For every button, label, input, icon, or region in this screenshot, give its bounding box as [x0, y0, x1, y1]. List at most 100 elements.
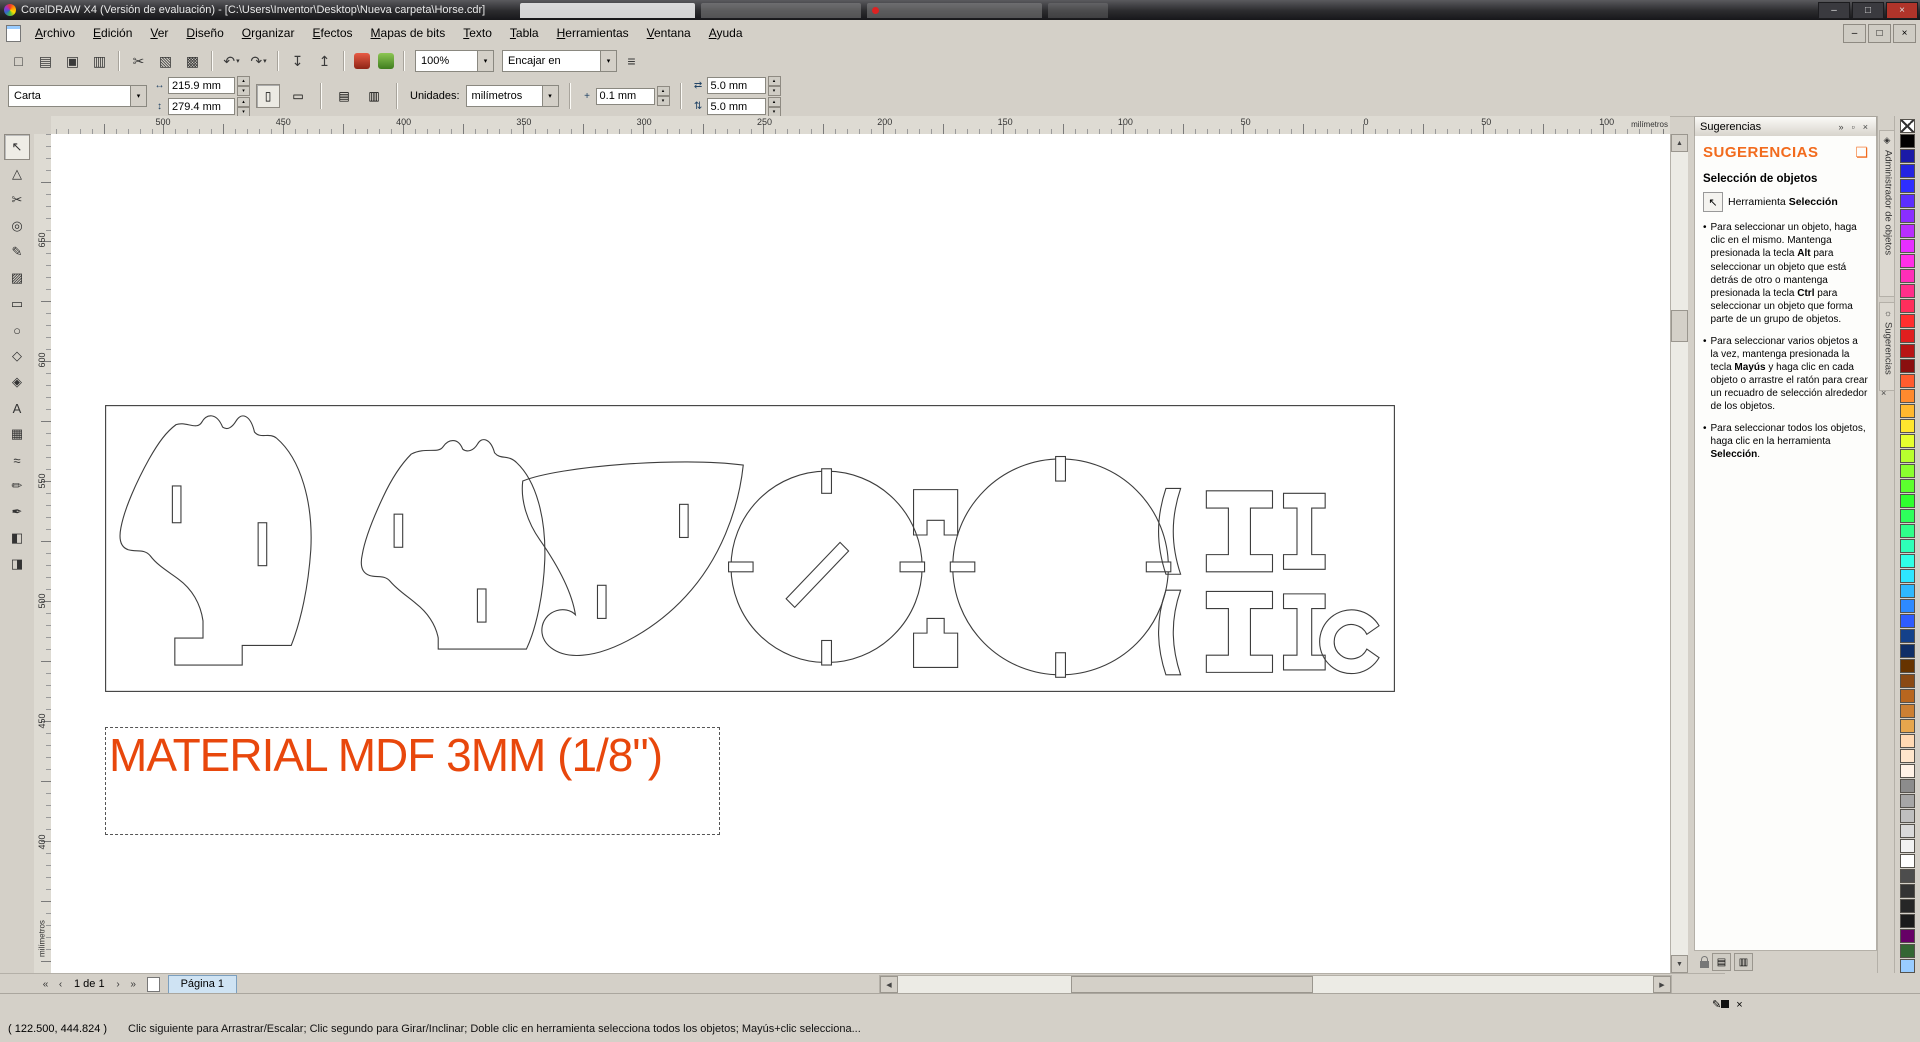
horizontal-scrollbar[interactable]: ◀ ▶ [879, 975, 1672, 994]
vertical-scroll-thumb[interactable] [1671, 310, 1688, 342]
cut-part-ibeam[interactable] [1205, 490, 1274, 573]
cut-sheet-outline[interactable] [105, 405, 1395, 692]
palette-swatch-2eb8ff[interactable] [1900, 584, 1915, 598]
slot-cut[interactable] [171, 485, 182, 524]
palette-swatch-14418a[interactable] [1900, 629, 1915, 643]
palette-swatch-d9d9d9[interactable] [1900, 824, 1915, 838]
chevron-down-icon[interactable]: ▾ [541, 86, 558, 106]
zoom-tool[interactable]: ◎ [5, 214, 29, 238]
smart-fill-tool[interactable]: ▨ [5, 266, 29, 290]
interactive-blend-tool[interactable]: ≈ [5, 448, 29, 472]
table-tool[interactable]: ▦ [5, 422, 29, 446]
palette-swatch-f2f2f2[interactable] [1900, 839, 1915, 853]
open-button[interactable]: ▤ [33, 49, 58, 73]
palette-swatch-663300[interactable] [1900, 659, 1915, 673]
slot-cut[interactable] [596, 584, 607, 619]
new-document-button[interactable]: □ [6, 49, 31, 73]
palette-swatch-0f2e66[interactable] [1900, 644, 1915, 658]
page-height-field[interactable]: 279.4 mm [168, 98, 235, 115]
slot-cut[interactable] [476, 588, 487, 623]
cut-part-disc-1[interactable] [730, 470, 923, 664]
last-page-button[interactable]: » [126, 976, 141, 992]
previous-page-button[interactable]: ‹ [53, 976, 68, 992]
palette-swatch-ffffff[interactable] [1900, 854, 1915, 868]
print-button[interactable]: ▥ [87, 49, 112, 73]
page-height-stepper[interactable]: ▴ ▾ [237, 96, 250, 117]
menu-diseno[interactable]: Diseño [177, 22, 232, 44]
palette-swatch-e62eff[interactable] [1900, 239, 1915, 253]
notch-cut[interactable] [821, 639, 833, 666]
shape-tool[interactable]: △ [5, 162, 29, 186]
doc-minimize-button[interactable]: – [1843, 23, 1866, 43]
next-page-button[interactable]: › [111, 976, 126, 992]
palette-swatch-2e5cff[interactable] [1900, 614, 1915, 628]
basic-shapes-tool[interactable]: ◈ [5, 370, 29, 394]
menu-ayuda[interactable]: Ayuda [700, 22, 752, 44]
cut-part-connector-top[interactable] [912, 489, 959, 536]
duplicate-y-field[interactable]: 5.0 mm [706, 98, 766, 115]
interactive-fill-tool[interactable]: ◨ [5, 552, 29, 576]
menu-archivo[interactable]: Archivo [26, 22, 84, 44]
page-width-field[interactable]: 215.9 mm [168, 77, 235, 94]
cut-part-ibeam[interactable] [1205, 590, 1274, 673]
paste-button[interactable]: ▩ [180, 49, 205, 73]
palette-swatch-ff2ee6[interactable] [1900, 254, 1915, 268]
notch-cut[interactable] [1055, 455, 1067, 482]
palette-swatch-8a0f0f[interactable] [1900, 359, 1915, 373]
notch-cut[interactable] [728, 561, 754, 573]
ellipse-tool[interactable]: ○ [5, 318, 29, 342]
palette-swatch-cc8033[interactable] [1900, 704, 1915, 718]
drawing-canvas[interactable]: MATERIAL MDF 3MM (1/8") [51, 134, 1670, 973]
duplicate-y-stepper[interactable]: ▴ ▾ [767, 96, 781, 117]
rectangle-tool[interactable]: ▭ [5, 292, 29, 316]
fill-tool[interactable]: ◧ [5, 526, 29, 550]
first-page-button[interactable]: « [38, 976, 53, 992]
scroll-left-arrow-icon[interactable]: ◀ [880, 976, 898, 993]
palette-swatch-ffb82e[interactable] [1900, 404, 1915, 418]
palette-swatch-ff8a2e[interactable] [1900, 389, 1915, 403]
docker-close-icon[interactable]: × [1860, 122, 1871, 132]
duplicate-x-stepper[interactable]: ▴ ▾ [767, 75, 781, 96]
scroll-right-arrow-icon[interactable]: ▶ [1653, 976, 1671, 993]
outline-color-indicator[interactable]: ✎ [1712, 998, 1730, 1011]
landscape-button[interactable]: ▭ [286, 84, 310, 108]
palette-swatch-ff5c2e[interactable] [1900, 374, 1915, 388]
palette-swatch-333333[interactable] [1900, 884, 1915, 898]
palette-swatch-b8661f[interactable] [1900, 689, 1915, 703]
notch-cut[interactable] [899, 561, 926, 573]
cut-part-curved-strip[interactable] [1158, 589, 1182, 676]
portrait-button[interactable]: ▯ [256, 84, 280, 108]
palette-swatch-ff2e8a[interactable] [1900, 284, 1915, 298]
palette-swatch-2eff2e[interactable] [1900, 494, 1915, 508]
palette-swatch-99ccff[interactable] [1900, 959, 1915, 973]
snap-to-combo[interactable]: Encajar en ▾ [502, 50, 617, 72]
menu-texto[interactable]: Texto [454, 22, 501, 44]
palette-swatch-e01f1f[interactable] [1900, 329, 1915, 343]
palette-swatch-ffe6cc[interactable] [1900, 749, 1915, 763]
minimize-button[interactable]: – [1818, 2, 1850, 19]
palette-no-color-swatch[interactable] [1900, 119, 1915, 133]
copy-button[interactable]: ▧ [153, 49, 178, 73]
menu-edicion[interactable]: Edición [84, 22, 141, 44]
fill-color-indicator[interactable]: × [1736, 999, 1742, 1011]
palette-swatch-bfbfbf[interactable] [1900, 809, 1915, 823]
palette-swatch-8aff2e[interactable] [1900, 464, 1915, 478]
diagonal-slot-cut[interactable] [785, 541, 850, 609]
freehand-tool[interactable]: ✎ [5, 240, 29, 264]
background-window-tab[interactable] [520, 3, 695, 18]
horizontal-scroll-thumb[interactable] [1071, 976, 1313, 993]
palette-swatch-2424e0[interactable] [1900, 164, 1915, 178]
palette-swatch-1a1aa6[interactable] [1900, 149, 1915, 163]
docker-expand-icon[interactable]: » [1836, 122, 1847, 132]
palette-swatch-b8ff2e[interactable] [1900, 449, 1915, 463]
paper-size-combo[interactable]: Carta ▾ [8, 85, 147, 107]
eyedropper-tool[interactable]: ✏ [5, 474, 29, 498]
palette-swatch-8c8c8c[interactable] [1900, 779, 1915, 793]
menu-mapas-de-bits[interactable]: Mapas de bits [362, 22, 455, 44]
page-tab[interactable]: Página 1 [167, 974, 238, 994]
background-window-tab[interactable] [867, 3, 1042, 18]
page-width-stepper[interactable]: ▴ ▾ [237, 75, 250, 96]
slot-cut[interactable] [679, 503, 689, 539]
material-text[interactable]: MATERIAL MDF 3MM (1/8") [109, 728, 663, 782]
menu-ver[interactable]: Ver [141, 22, 177, 44]
